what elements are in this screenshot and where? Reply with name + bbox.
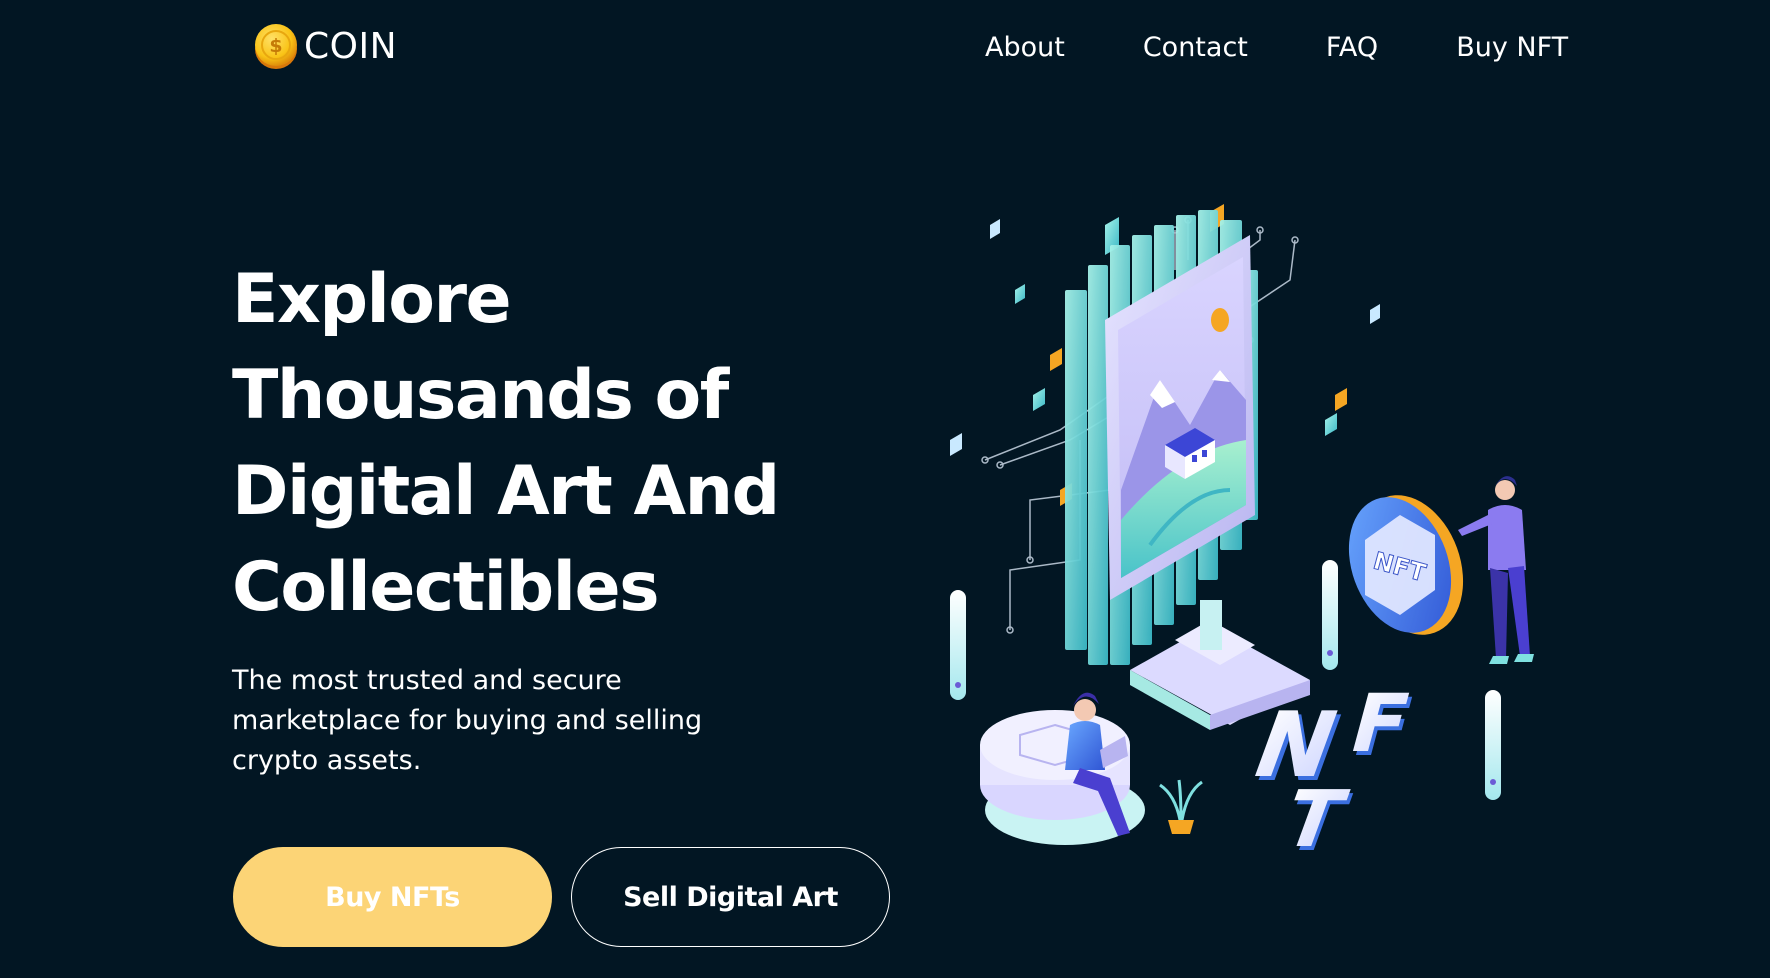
nav-about[interactable]: About (985, 32, 1065, 63)
hero-title-line: Digital Art And (232, 452, 780, 531)
nft-coin-graphic: NFT (1348, 495, 1464, 635)
coin-icon: $ (255, 24, 297, 69)
hero-subtitle: The most trusted and secure marketplace … (232, 665, 703, 776)
hero-title-line: Collectibles (232, 548, 660, 627)
nft-illustration: NFT N N F F T T (950, 204, 1534, 868)
brand-name: COIN (304, 25, 398, 67)
coin-symbol: $ (269, 35, 282, 57)
nav-faq[interactable]: FAQ (1326, 32, 1378, 63)
buy-nfts-button[interactable]: Buy NFTs (233, 847, 552, 947)
hero-title-line: Thousands of (232, 356, 729, 435)
sell-digital-art-button[interactable]: Sell Digital Art (571, 847, 890, 947)
hero-title: Explore Thousands of Digital Art And Col… (232, 252, 872, 636)
standing-person (1458, 476, 1534, 664)
plant-icon (1159, 779, 1203, 834)
main-nav: About Contact FAQ Buy NFT (985, 26, 1568, 68)
hero-title-line: Explore (232, 260, 512, 339)
nav-buy-nft[interactable]: Buy NFT (1456, 32, 1568, 63)
nav-contact[interactable]: Contact (1143, 32, 1248, 63)
brand-logo[interactable]: $ COIN (252, 20, 397, 72)
